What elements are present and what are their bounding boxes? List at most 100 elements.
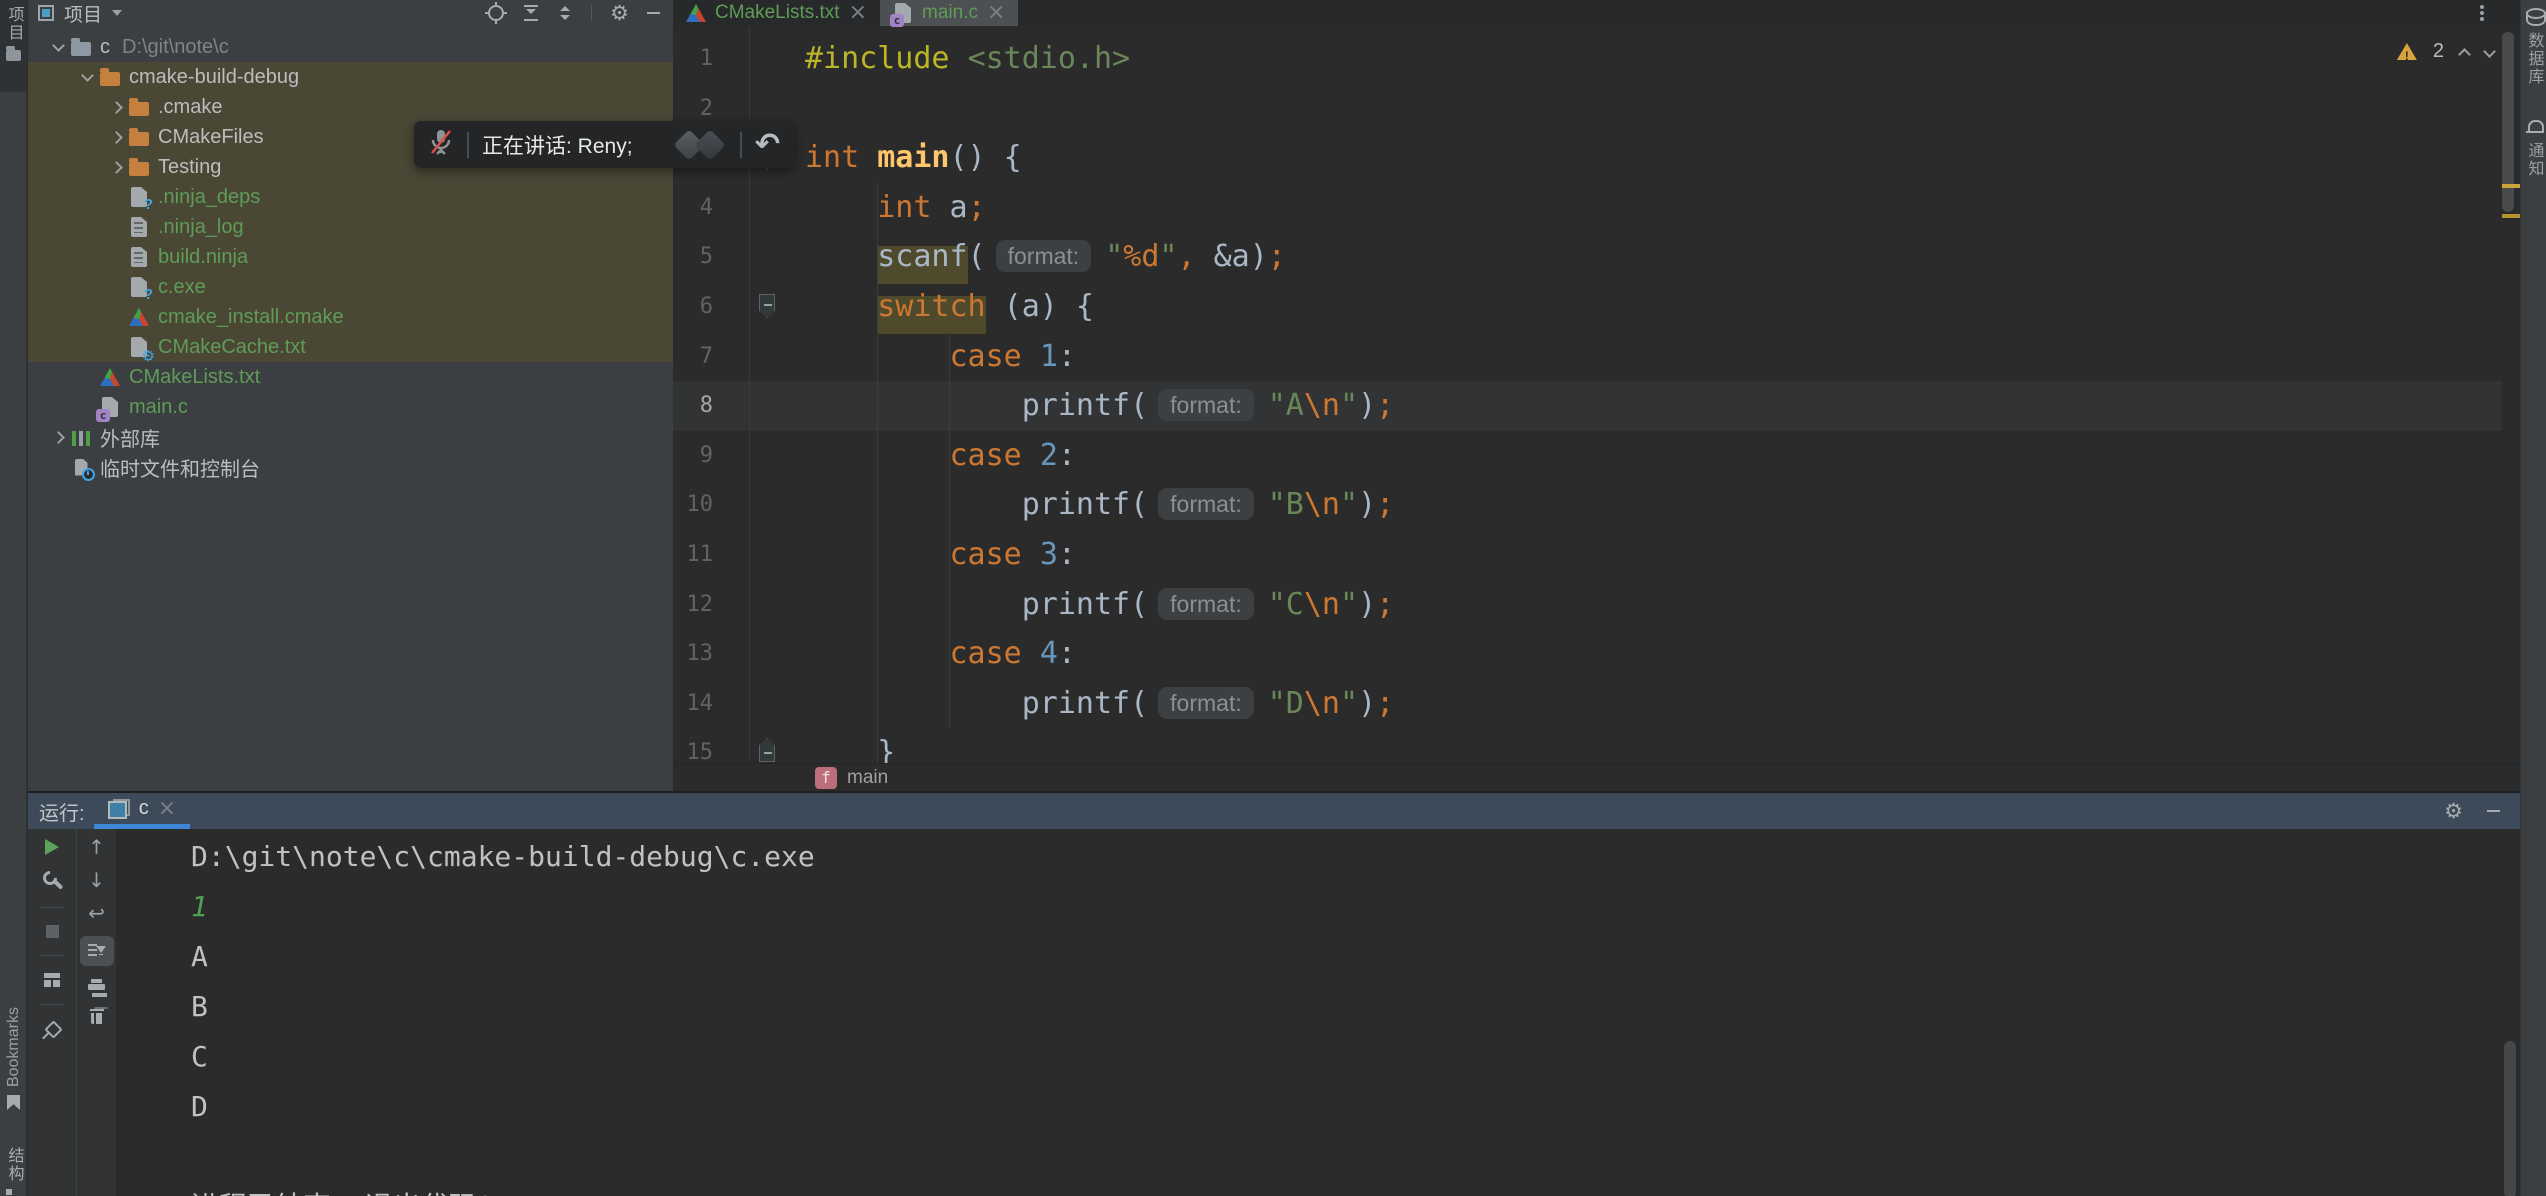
line-number[interactable]: 10 xyxy=(673,480,713,530)
kebab-menu-icon xyxy=(2480,5,2484,9)
chevron-right-icon[interactable] xyxy=(104,163,128,172)
tab-options-button[interactable] xyxy=(2480,0,2484,26)
code-line: printf(format:"A\n"); xyxy=(805,381,1394,431)
parameter-hint: format: xyxy=(1158,588,1254,620)
collapse-all-icon[interactable] xyxy=(557,5,573,21)
tree-item[interactable]: CMakeCache.txt xyxy=(28,332,673,362)
hide-panel-icon[interactable] xyxy=(2487,810,2500,812)
chevron-right-icon[interactable] xyxy=(104,133,128,142)
tree-item-label: .ninja_log xyxy=(158,216,244,239)
tree-item[interactable]: CMakeLists.txt xyxy=(28,362,673,392)
run-console-output[interactable]: D:\git\note\c\cmake-build-debug\c.exe1AB… xyxy=(116,829,2520,1196)
tree-item-path: D:\git\note\c xyxy=(122,36,229,59)
close-icon[interactable]: × xyxy=(987,2,1005,24)
tree-item[interactable]: .ninja_deps xyxy=(28,182,673,212)
undo-arrow-icon[interactable]: ↶ xyxy=(755,130,780,160)
warning-stripe-mark[interactable] xyxy=(2502,184,2520,188)
stripe-button-structure[interactable]: 结构 xyxy=(0,1147,27,1196)
tree-item[interactable]: 临时文件和控制台 xyxy=(28,452,673,482)
line-number[interactable]: 8 xyxy=(673,381,713,431)
parameter-hint: format: xyxy=(996,240,1092,272)
line-number[interactable]: 5 xyxy=(673,232,713,282)
stripe-button-database[interactable]: 数据库 xyxy=(2521,0,2546,86)
stripe-button-notifications[interactable]: 通知 xyxy=(2521,112,2546,178)
stop-icon[interactable] xyxy=(46,925,59,938)
pin-icon[interactable] xyxy=(43,1022,61,1040)
tree-item[interactable]: cmake-build-debug xyxy=(28,62,673,92)
run-tab-c[interactable]: c × xyxy=(94,793,190,829)
tree-item[interactable]: c.exe xyxy=(28,272,673,302)
stripe-button-project[interactable]: 项目 xyxy=(0,0,27,92)
parameter-hint: format: xyxy=(1158,389,1254,421)
database-stripe-label: 数据库 xyxy=(2522,32,2546,86)
fold-marker-icon[interactable] xyxy=(759,294,775,318)
down-icon[interactable]: ↓ xyxy=(88,870,105,890)
tree-item[interactable]: .cmake xyxy=(28,92,673,122)
locate-icon[interactable] xyxy=(487,4,505,22)
code-token: ) xyxy=(1358,388,1376,423)
stripe-button-bookmarks[interactable]: Bookmarks xyxy=(0,1007,27,1110)
code-token: printf( xyxy=(805,587,1148,622)
gear-icon[interactable]: ⚙ xyxy=(2444,801,2463,822)
code-line: case 2: xyxy=(805,431,1394,481)
gear-icon[interactable]: ⚙ xyxy=(610,3,629,24)
prev-problem-icon[interactable] xyxy=(2458,48,2471,61)
line-number[interactable]: 11 xyxy=(673,530,713,580)
chevron-right-icon[interactable] xyxy=(46,433,70,442)
settings-icon[interactable] xyxy=(42,870,62,890)
next-problem-icon[interactable] xyxy=(2483,45,2496,58)
chevron-right-icon[interactable] xyxy=(104,103,128,112)
layout-icon[interactable] xyxy=(44,973,60,987)
warning-stripe-mark[interactable] xyxy=(2502,214,2520,218)
tree-item[interactable]: cmake_install.cmake xyxy=(28,302,673,332)
softwrap-icon[interactable]: ↩ xyxy=(88,903,105,923)
project-panel-title[interactable]: 项目 xyxy=(64,0,102,27)
code-token: "C xyxy=(1268,587,1304,622)
tree-item-label: 临时文件和控制台 xyxy=(100,453,260,482)
line-number[interactable]: 4 xyxy=(673,183,713,233)
chevron-down-icon[interactable] xyxy=(112,10,122,16)
tree-item[interactable]: build.ninja xyxy=(28,242,673,272)
code-line: case 3: xyxy=(805,530,1394,580)
chevron-down-icon[interactable] xyxy=(46,45,70,50)
editor-tab-main.c[interactable]: main.c× xyxy=(880,0,1018,26)
rerun-icon[interactable] xyxy=(45,839,59,855)
print-icon[interactable] xyxy=(88,979,105,994)
line-number[interactable]: 14 xyxy=(673,679,713,729)
expand-all-icon[interactable] xyxy=(523,5,539,21)
line-number[interactable]: 12 xyxy=(673,580,713,630)
code-token: "A xyxy=(1268,388,1304,423)
folder-gray-icon xyxy=(70,36,92,58)
close-icon[interactable]: × xyxy=(158,798,176,820)
code-token: ; xyxy=(968,190,986,225)
line-number[interactable]: 7 xyxy=(673,332,713,382)
code-token: ) xyxy=(1358,686,1376,721)
breadcrumbs-bar: f main xyxy=(673,763,2520,791)
trash-icon[interactable] xyxy=(90,1007,104,1024)
tree-item[interactable]: main.c xyxy=(28,392,673,422)
line-number[interactable]: 13 xyxy=(673,629,713,679)
code-editor[interactable]: 123456789101112131415 #include <stdio.h>… xyxy=(673,26,2520,763)
tree-item[interactable]: cD:\git\note\c xyxy=(28,32,673,62)
line-number[interactable]: 6 xyxy=(673,282,713,332)
scrollend-button[interactable] xyxy=(80,936,114,966)
line-number[interactable]: 15 xyxy=(673,728,713,763)
console-line: D xyxy=(191,1082,2520,1132)
breadcrumb-item[interactable]: main xyxy=(847,767,888,789)
tree-item[interactable]: 外部库 xyxy=(28,422,673,452)
code-token: printf( xyxy=(805,487,1148,522)
tab-label: CMakeLists.txt xyxy=(715,2,840,24)
inspections-widget[interactable]: 2 xyxy=(2397,40,2494,63)
close-icon[interactable]: × xyxy=(849,2,867,24)
code-token: \n xyxy=(1304,487,1340,522)
hide-icon[interactable] xyxy=(647,12,660,14)
line-number[interactable]: 9 xyxy=(673,431,713,481)
chevron-down-icon[interactable] xyxy=(75,75,99,80)
cmake-icon xyxy=(686,3,706,23)
console-scrollbar[interactable] xyxy=(2504,1041,2516,1196)
tree-item[interactable]: .ninja_log xyxy=(28,212,673,242)
line-number[interactable]: 1 xyxy=(673,34,713,84)
editor-tab-CMakeLists.txt[interactable]: CMakeLists.txt × xyxy=(673,0,880,26)
fold-end-marker-icon[interactable] xyxy=(759,738,775,762)
up-icon[interactable]: ↑ xyxy=(88,837,105,857)
